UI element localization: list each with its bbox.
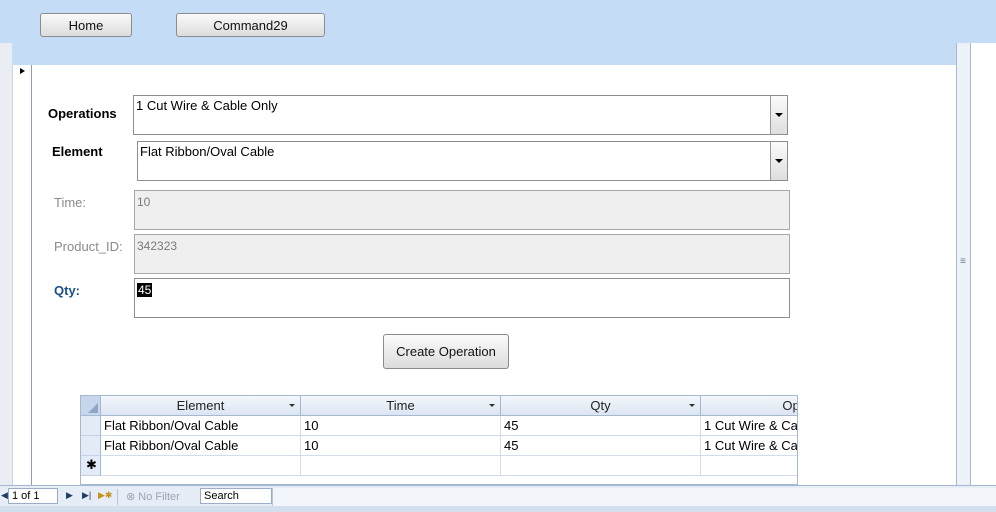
qty-value: 45: [137, 283, 153, 297]
right-margin: [971, 43, 996, 490]
command29-button[interactable]: Command29: [176, 13, 325, 37]
table-cell[interactable]: 10: [301, 416, 501, 436]
chevron-down-icon[interactable]: [289, 404, 295, 407]
first-record-icon[interactable]: ◀: [1, 490, 8, 501]
select-all-corner[interactable]: [81, 396, 101, 416]
time-label: Time:: [54, 195, 87, 210]
next-record-icon[interactable]: ▶: [66, 490, 73, 501]
record-selector[interactable]: [12, 65, 32, 490]
qty-label: Qty:: [54, 283, 80, 298]
new-row-selector[interactable]: ✱: [81, 456, 101, 476]
operations-dropdown-button[interactable]: [770, 96, 787, 134]
column-header-label: Element: [176, 398, 225, 413]
current-record-input[interactable]: 1 of 1: [8, 488, 58, 504]
table-cell[interactable]: [301, 456, 501, 476]
vertical-scrollbar[interactable]: ≡: [956, 43, 971, 490]
status-bar: [0, 506, 996, 512]
column-header-label: Time: [386, 398, 415, 413]
element-combobox[interactable]: Flat Ribbon/Oval Cable: [137, 141, 788, 181]
table-cell[interactable]: Flat Ribbon/Oval Cable: [101, 436, 301, 456]
product-id-field[interactable]: 342323: [134, 234, 790, 274]
select-all-icon: [88, 403, 98, 413]
filter-status[interactable]: ⊗ No Filter: [117, 489, 180, 505]
operations-label: Operations: [48, 106, 117, 121]
product-id-value: 342323: [137, 239, 178, 253]
table-cell[interactable]: [101, 456, 301, 476]
column-header-operation[interactable]: Opera: [701, 396, 797, 416]
operations-datasheet: Element Time Qty Opera Flat Ribbon/Oval …: [80, 395, 798, 485]
time-field[interactable]: 10: [134, 190, 790, 230]
column-header-qty[interactable]: Qty: [501, 396, 701, 416]
table-cell[interactable]: [501, 456, 701, 476]
horizontal-scrollbar[interactable]: [272, 488, 996, 506]
table-cell[interactable]: 45: [501, 436, 701, 456]
table-cell[interactable]: 1 Cut Wire & Ca: [701, 416, 797, 436]
chevron-down-icon: [775, 113, 783, 117]
operations-combobox[interactable]: 1 Cut Wire & Cable Only: [133, 95, 788, 135]
chevron-down-icon[interactable]: [689, 404, 695, 407]
table-cell[interactable]: [701, 456, 797, 476]
filter-label: No Filter: [138, 491, 180, 503]
table-cell[interactable]: Flat Ribbon/Oval Cable: [101, 416, 301, 436]
filter-icon: ⊗: [126, 491, 136, 503]
column-header-element[interactable]: Element: [101, 396, 301, 416]
column-header-label: Qty: [590, 398, 611, 413]
element-dropdown-button[interactable]: [770, 142, 787, 180]
form-header-bar: Home Command29: [0, 0, 996, 43]
form-section-header: [12, 43, 957, 65]
current-record-icon: [20, 68, 25, 74]
record-navigation-bar: ◀ 1 of 1 ▶ ▶| ▶✱ ⊗ No Filter Search: [0, 485, 996, 512]
form-margin: [0, 43, 12, 490]
new-record-icon[interactable]: ▶✱: [98, 490, 112, 501]
scroll-grip-icon: ≡: [960, 256, 966, 267]
search-input[interactable]: Search: [200, 488, 272, 504]
create-operation-button[interactable]: Create Operation: [383, 334, 509, 369]
qty-field[interactable]: 45: [134, 278, 790, 318]
element-label: Element: [52, 144, 103, 159]
column-header-time[interactable]: Time: [301, 396, 501, 416]
row-selector[interactable]: [81, 416, 101, 436]
table-cell[interactable]: 10: [301, 436, 501, 456]
last-record-icon[interactable]: ▶|: [82, 490, 91, 501]
product-id-label: Product_ID:: [54, 239, 123, 254]
operations-value: 1 Cut Wire & Cable Only: [136, 98, 278, 113]
element-value: Flat Ribbon/Oval Cable: [140, 144, 275, 159]
time-value: 10: [137, 195, 151, 209]
table-cell[interactable]: 1 Cut Wire & Ca: [701, 436, 797, 456]
column-header-label: Opera: [782, 398, 797, 413]
table-cell[interactable]: 45: [501, 416, 701, 436]
chevron-down-icon[interactable]: [489, 404, 495, 407]
home-button[interactable]: Home: [40, 13, 132, 37]
row-selector[interactable]: [81, 436, 101, 456]
new-record-icon: ✱: [86, 457, 97, 472]
chevron-down-icon: [775, 159, 783, 163]
